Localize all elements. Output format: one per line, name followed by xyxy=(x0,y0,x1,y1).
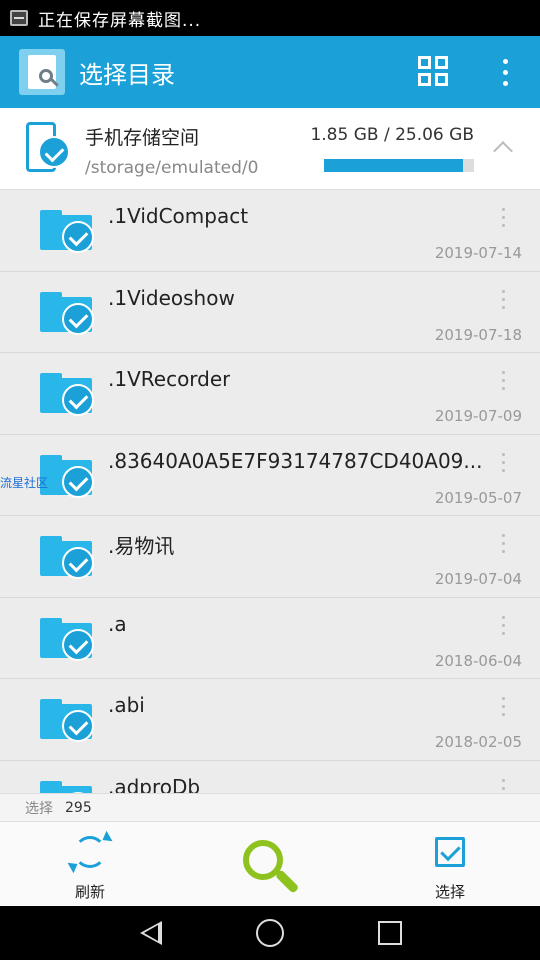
folder-date: 2019-05-07 xyxy=(434,488,522,507)
folder-checked-icon xyxy=(40,210,94,253)
item-menu-icon[interactable] xyxy=(498,208,508,232)
folder-name: .1VidCompact xyxy=(108,204,249,228)
grid-view-icon[interactable] xyxy=(418,56,450,88)
list-item[interactable]: .83640A0A5E7F93174787CD40A09... 2019-05-… xyxy=(0,434,540,516)
app-logo-icon xyxy=(19,49,65,95)
folder-name: .abi xyxy=(108,693,145,717)
system-nav-bar xyxy=(0,906,540,960)
checkbox-icon xyxy=(435,837,465,867)
bottom-action-bar: 刷新 选择 xyxy=(0,821,540,906)
folder-name: .易物讯 xyxy=(108,534,175,558)
checked-icon xyxy=(38,136,70,168)
selection-label: 选择 xyxy=(25,800,53,817)
list-item[interactable]: .1Videoshow 2019-07-18 xyxy=(0,271,540,353)
folder-checked-icon xyxy=(40,291,94,335)
list-item[interactable]: .adproDb xyxy=(0,760,540,794)
item-menu-icon[interactable] xyxy=(498,371,508,395)
home-icon[interactable] xyxy=(256,919,284,947)
folder-name: .adproDb xyxy=(108,774,201,794)
list-item[interactable]: .1VRecorder 2019-07-09 xyxy=(0,353,540,435)
more-options-icon[interactable] xyxy=(490,52,520,92)
storage-path: /storage/emulated/0 xyxy=(85,158,259,178)
folder-date: 2018-02-05 xyxy=(434,733,522,751)
item-menu-icon[interactable] xyxy=(498,778,508,794)
folder-checked-icon xyxy=(40,780,94,793)
folder-checked-icon xyxy=(40,373,94,416)
folder-checked-icon xyxy=(40,536,94,579)
storage-usage: 1.85 GB / 25.06 GB xyxy=(310,125,474,145)
select-label: 选择 xyxy=(434,883,465,901)
recent-apps-icon[interactable] xyxy=(378,921,402,945)
search-button[interactable] xyxy=(210,822,330,907)
list-item[interactable]: .a 2018-06-04 xyxy=(0,597,540,679)
list-item[interactable]: .易物讯 2019-07-04 xyxy=(0,516,540,598)
storage-usage-bar xyxy=(324,159,474,172)
folder-list[interactable]: .1VidCompact 2019-07-14 .1Videoshow 2019… xyxy=(0,190,540,793)
chevron-up-icon[interactable] xyxy=(493,141,513,161)
selection-count: 295 xyxy=(65,799,92,816)
folder-checked-icon xyxy=(40,454,94,498)
item-menu-icon[interactable] xyxy=(498,289,508,314)
watermark: 流星社区 xyxy=(0,476,49,490)
folder-date: 2019-07-18 xyxy=(434,325,522,344)
folder-date: 2019-07-04 xyxy=(434,570,522,588)
back-icon[interactable] xyxy=(140,921,162,945)
refresh-label: 刷新 xyxy=(74,883,105,901)
list-item[interactable]: .abi 2018-02-05 xyxy=(0,679,540,761)
storage-name: 手机存储空间 xyxy=(85,127,200,149)
screenshot-icon xyxy=(10,10,28,26)
select-button[interactable]: 选择 xyxy=(390,822,510,907)
folder-name: .1Videoshow xyxy=(108,285,235,310)
refresh-button[interactable]: 刷新 xyxy=(30,822,150,907)
item-menu-icon[interactable] xyxy=(498,452,508,477)
selection-count-bar: 选择 295 xyxy=(0,793,540,821)
folder-checked-icon xyxy=(40,617,94,661)
item-menu-icon[interactable] xyxy=(498,697,508,721)
list-item[interactable]: .1VidCompact 2019-07-14 xyxy=(0,190,540,272)
refresh-icon xyxy=(74,836,106,868)
storage-header[interactable]: 手机存储空间 /storage/emulated/0 1.85 GB / 25.… xyxy=(0,108,540,190)
folder-name: .1VRecorder xyxy=(108,367,231,391)
status-text: 正在保存屏幕截图... xyxy=(38,10,202,31)
page-title: 选择目录 xyxy=(79,60,175,89)
item-menu-icon[interactable] xyxy=(498,534,508,558)
folder-date: 2018-06-04 xyxy=(434,651,522,670)
status-bar: 正在保存屏幕截图... xyxy=(0,0,540,36)
app-toolbar: 选择目录 xyxy=(0,36,540,108)
folder-name: .a xyxy=(108,611,127,636)
item-menu-icon[interactable] xyxy=(498,615,508,640)
folder-checked-icon xyxy=(40,699,94,742)
folder-date: 2019-07-14 xyxy=(434,244,522,262)
folder-name: .83640A0A5E7F93174787CD40A09... xyxy=(108,448,483,473)
folder-date: 2019-07-09 xyxy=(434,407,522,425)
